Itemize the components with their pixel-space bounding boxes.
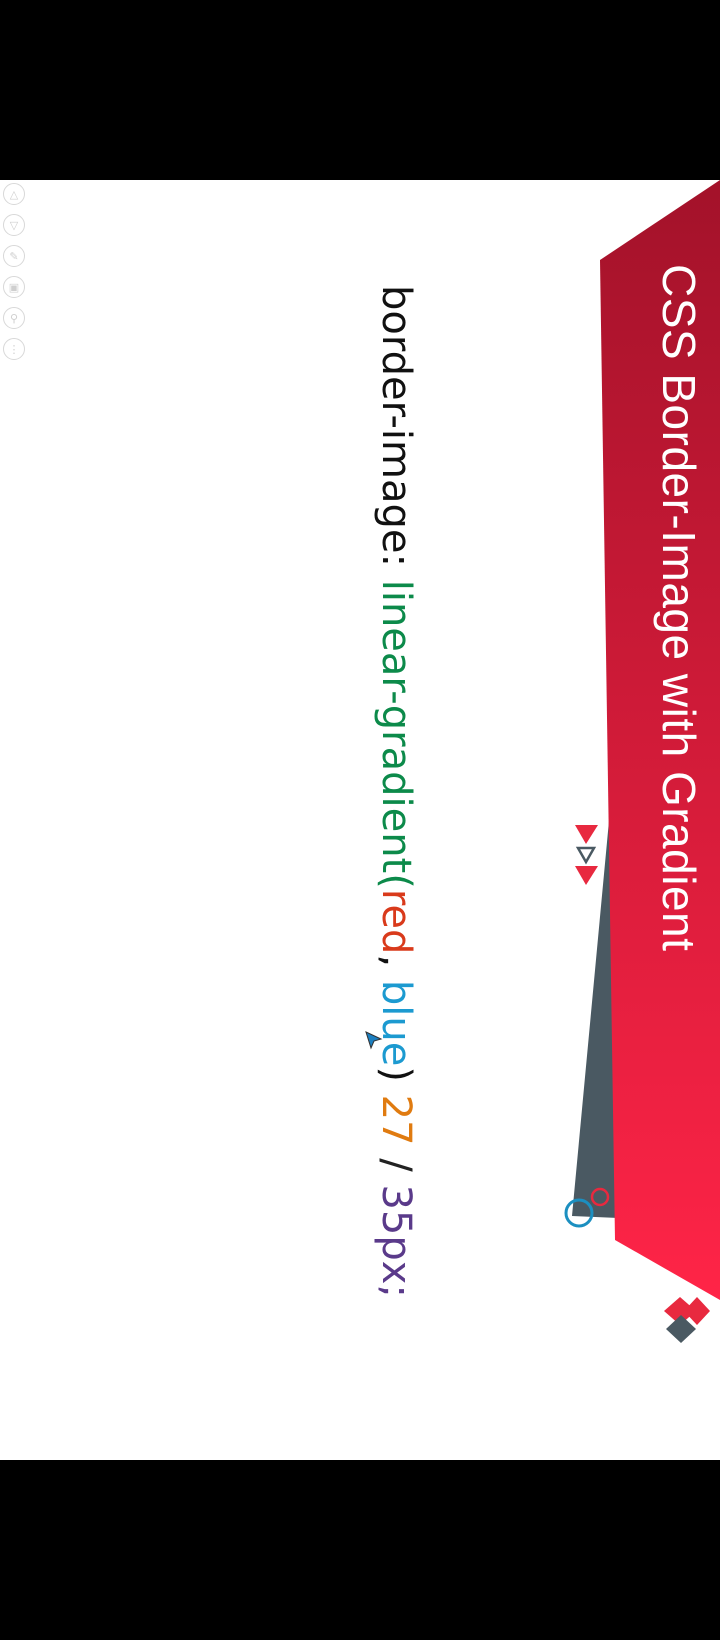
code-slice-value: 27 bbox=[373, 1094, 419, 1146]
slide-toolbar: △ ▽ ✎ ▣ ⚲ ⋮ bbox=[3, 183, 29, 369]
triangle-outline-icon bbox=[575, 846, 597, 865]
down-arrow-icon[interactable]: ▽ bbox=[3, 214, 25, 236]
triangle-icon bbox=[575, 866, 598, 885]
code-close-paren: ) bbox=[373, 1066, 419, 1095]
code-color-red: red bbox=[373, 888, 419, 955]
code-separator: , bbox=[373, 954, 419, 980]
code-property: border-image: bbox=[373, 285, 419, 580]
presentation-slide: CSS Border-Image with Gradient border-im… bbox=[0, 180, 720, 1460]
diamond-icon bbox=[684, 1297, 710, 1325]
code-line: border-image: linear-gradient(red, blue)… bbox=[373, 285, 419, 1298]
triangle-icon bbox=[575, 825, 598, 844]
mouse-cursor-icon bbox=[365, 1031, 383, 1050]
diamond-icon bbox=[666, 1315, 696, 1343]
pen-icon[interactable]: ✎ bbox=[3, 245, 25, 267]
code-width-value: 35px; bbox=[373, 1184, 419, 1298]
more-icon[interactable]: ⋮ bbox=[3, 338, 25, 360]
code-function: linear-gradient( bbox=[373, 579, 419, 889]
slide-decoration bbox=[564, 180, 720, 1343]
zoom-icon[interactable]: ⚲ bbox=[3, 307, 25, 329]
code-color-blue: blue bbox=[373, 979, 419, 1067]
up-arrow-icon[interactable]: △ bbox=[3, 183, 25, 205]
code-slash: / bbox=[373, 1145, 419, 1185]
layout-icon[interactable]: ▣ bbox=[3, 276, 25, 298]
slide-title: CSS Border-Image with Gradient bbox=[653, 264, 705, 952]
